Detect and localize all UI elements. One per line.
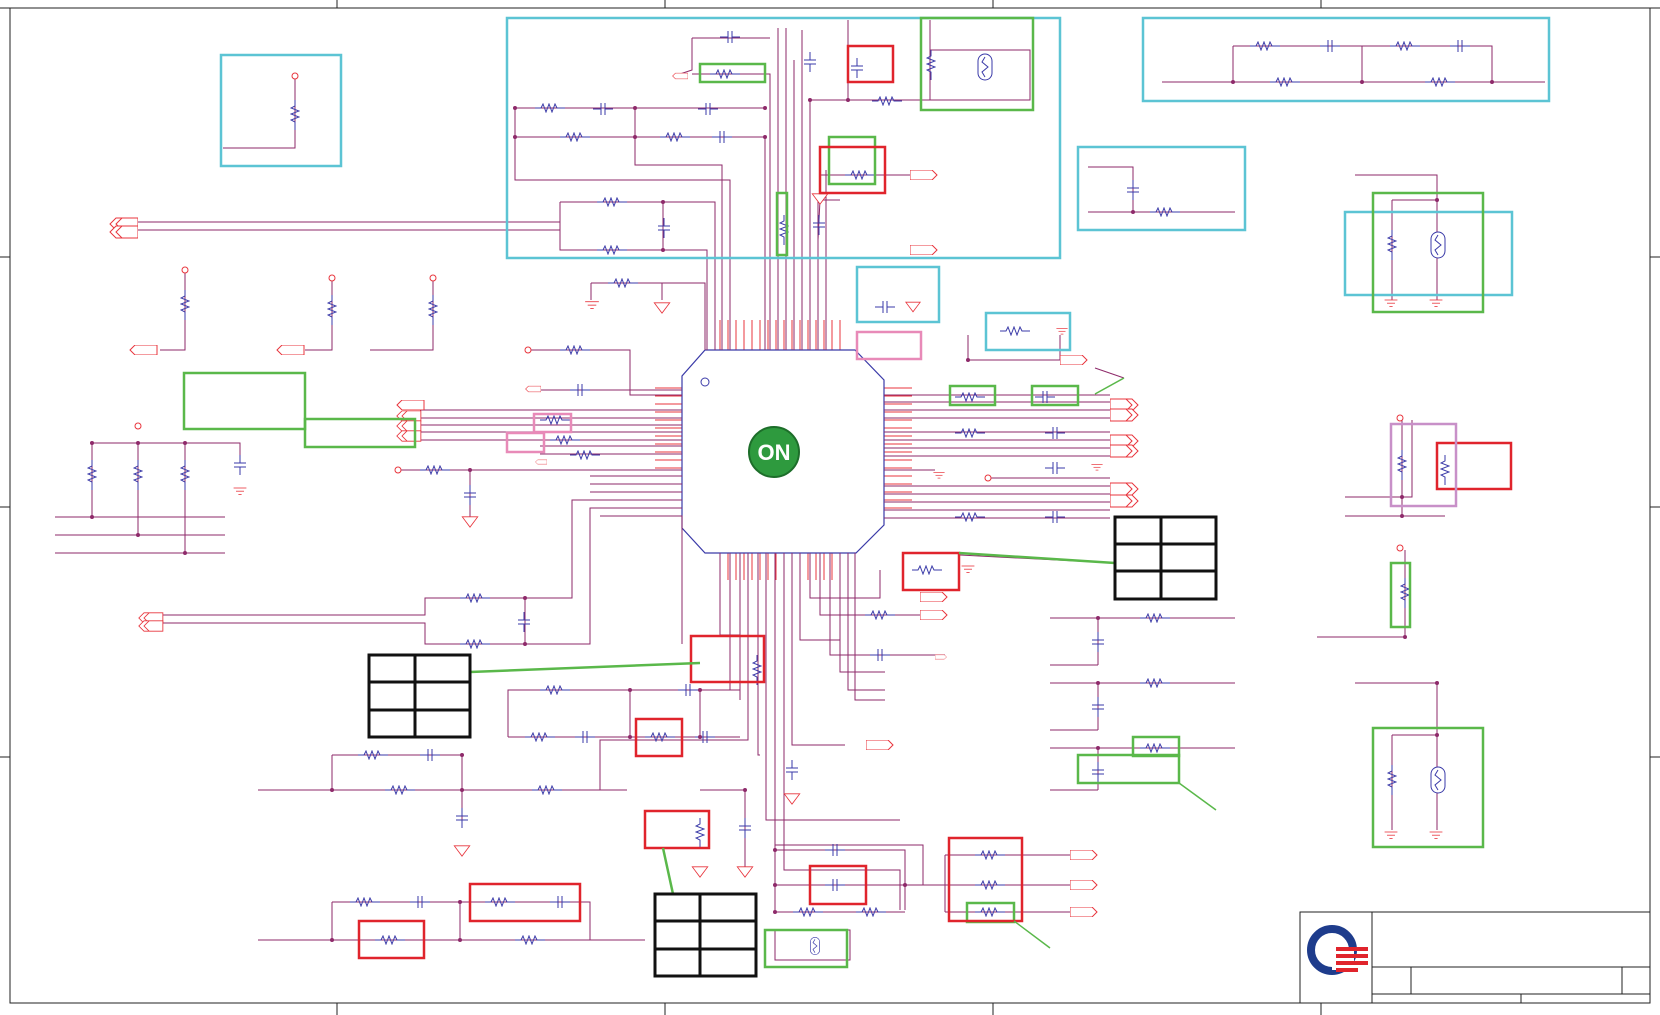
left-wiring (55, 78, 683, 645)
right-components (932, 355, 1139, 524)
upper-right-wiring (1088, 45, 1545, 830)
highlight-blue-left (219, 53, 343, 168)
chip-logo-text: ON (758, 440, 791, 465)
table-grid-left (367, 653, 472, 739)
highlight-red-cap-top (846, 44, 895, 84)
highlight-green-resistor-top (698, 62, 767, 84)
table-grid-bottom (653, 892, 758, 978)
highlight-green-small (827, 135, 877, 186)
schematic-diagram: ON (0, 0, 1660, 1015)
top-block-components (109, 30, 1069, 336)
company-logo-icon (1307, 925, 1368, 975)
highlight-blue-thermistor (1343, 210, 1514, 297)
highlight-green-res-lower (1131, 735, 1181, 758)
highlight-red-res-group (947, 836, 1024, 923)
upper-right-components (1126, 39, 1470, 839)
on-semiconductor-logo-icon: ON (748, 426, 800, 478)
right-wiring (884, 335, 1125, 564)
highlight-green-thermistor-top (919, 16, 1035, 112)
highlight-pink-small (505, 431, 546, 454)
highlight-green-left-small (303, 417, 417, 449)
highlight-blue-upper-right (1141, 16, 1551, 103)
highlight-blue-right (1076, 145, 1247, 232)
highlight-blue-top (505, 16, 1062, 260)
highlight-pink-top (855, 330, 923, 361)
highlight-green-res-right-lower (1389, 561, 1412, 629)
title-block (1299, 911, 1651, 1004)
highlight-blue-cap (855, 265, 941, 324)
top-block-wiring (135, 20, 1031, 350)
bottom-components (350, 565, 1170, 956)
left-components (87, 100, 600, 649)
highlight-green-thermistor-lower (1371, 726, 1485, 849)
table-grid-right (1113, 515, 1218, 601)
highlight-green-left-large (182, 371, 307, 431)
highlight-green-thermistor-bottom (763, 928, 849, 969)
highlight-pink-res (532, 412, 573, 434)
highlight-red-res-ic (901, 551, 961, 592)
highlight-green-cap-lower (1076, 753, 1181, 785)
highlight-red-res-bottom (643, 809, 711, 850)
